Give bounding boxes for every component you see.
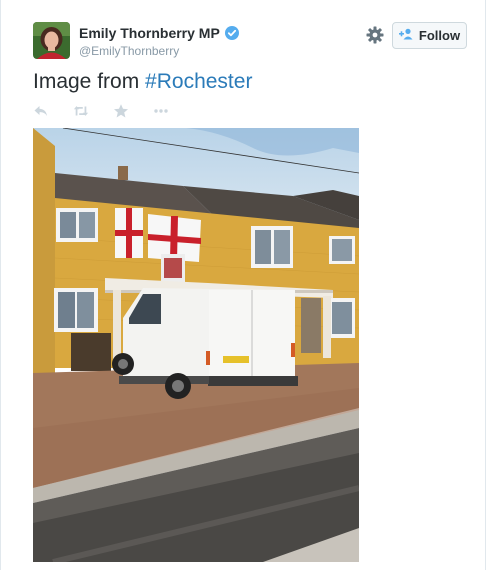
- tweet-text: Image from #Rochester: [33, 70, 252, 94]
- add-person-icon: [398, 28, 414, 43]
- tweet-photo[interactable]: [33, 128, 359, 562]
- verified-badge-icon: [224, 26, 239, 40]
- england-flag-left: [115, 208, 143, 258]
- retweet-icon[interactable]: [73, 103, 89, 119]
- follow-label: Follow: [418, 28, 461, 43]
- user-fullname-row[interactable]: Emily Thornberry MP: [79, 25, 239, 41]
- favorite-icon[interactable]: [113, 103, 129, 119]
- gear-icon[interactable]: [366, 26, 384, 44]
- tweet-text-body: Image from: [33, 70, 146, 93]
- tweet-header: Emily Thornberry MP @EmilyThornberry Fol…: [33, 22, 469, 62]
- white-van: [112, 288, 298, 399]
- avatar[interactable]: [33, 22, 70, 59]
- photo-van-terraced-houses: [33, 128, 359, 562]
- follow-button[interactable]: Follow: [392, 22, 467, 49]
- left-border: [0, 0, 1, 570]
- small-flag: [161, 254, 185, 282]
- right-border: [485, 0, 486, 570]
- reply-icon[interactable]: [33, 103, 49, 119]
- user-names: Emily Thornberry MP @EmilyThornberry: [79, 25, 239, 58]
- user-fullname[interactable]: Emily Thornberry MP: [79, 25, 220, 41]
- more-icon[interactable]: [153, 103, 169, 119]
- tweet-actions: [33, 103, 193, 119]
- hashtag-link[interactable]: #Rochester: [145, 70, 252, 93]
- user-handle[interactable]: @EmilyThornberry: [79, 44, 239, 58]
